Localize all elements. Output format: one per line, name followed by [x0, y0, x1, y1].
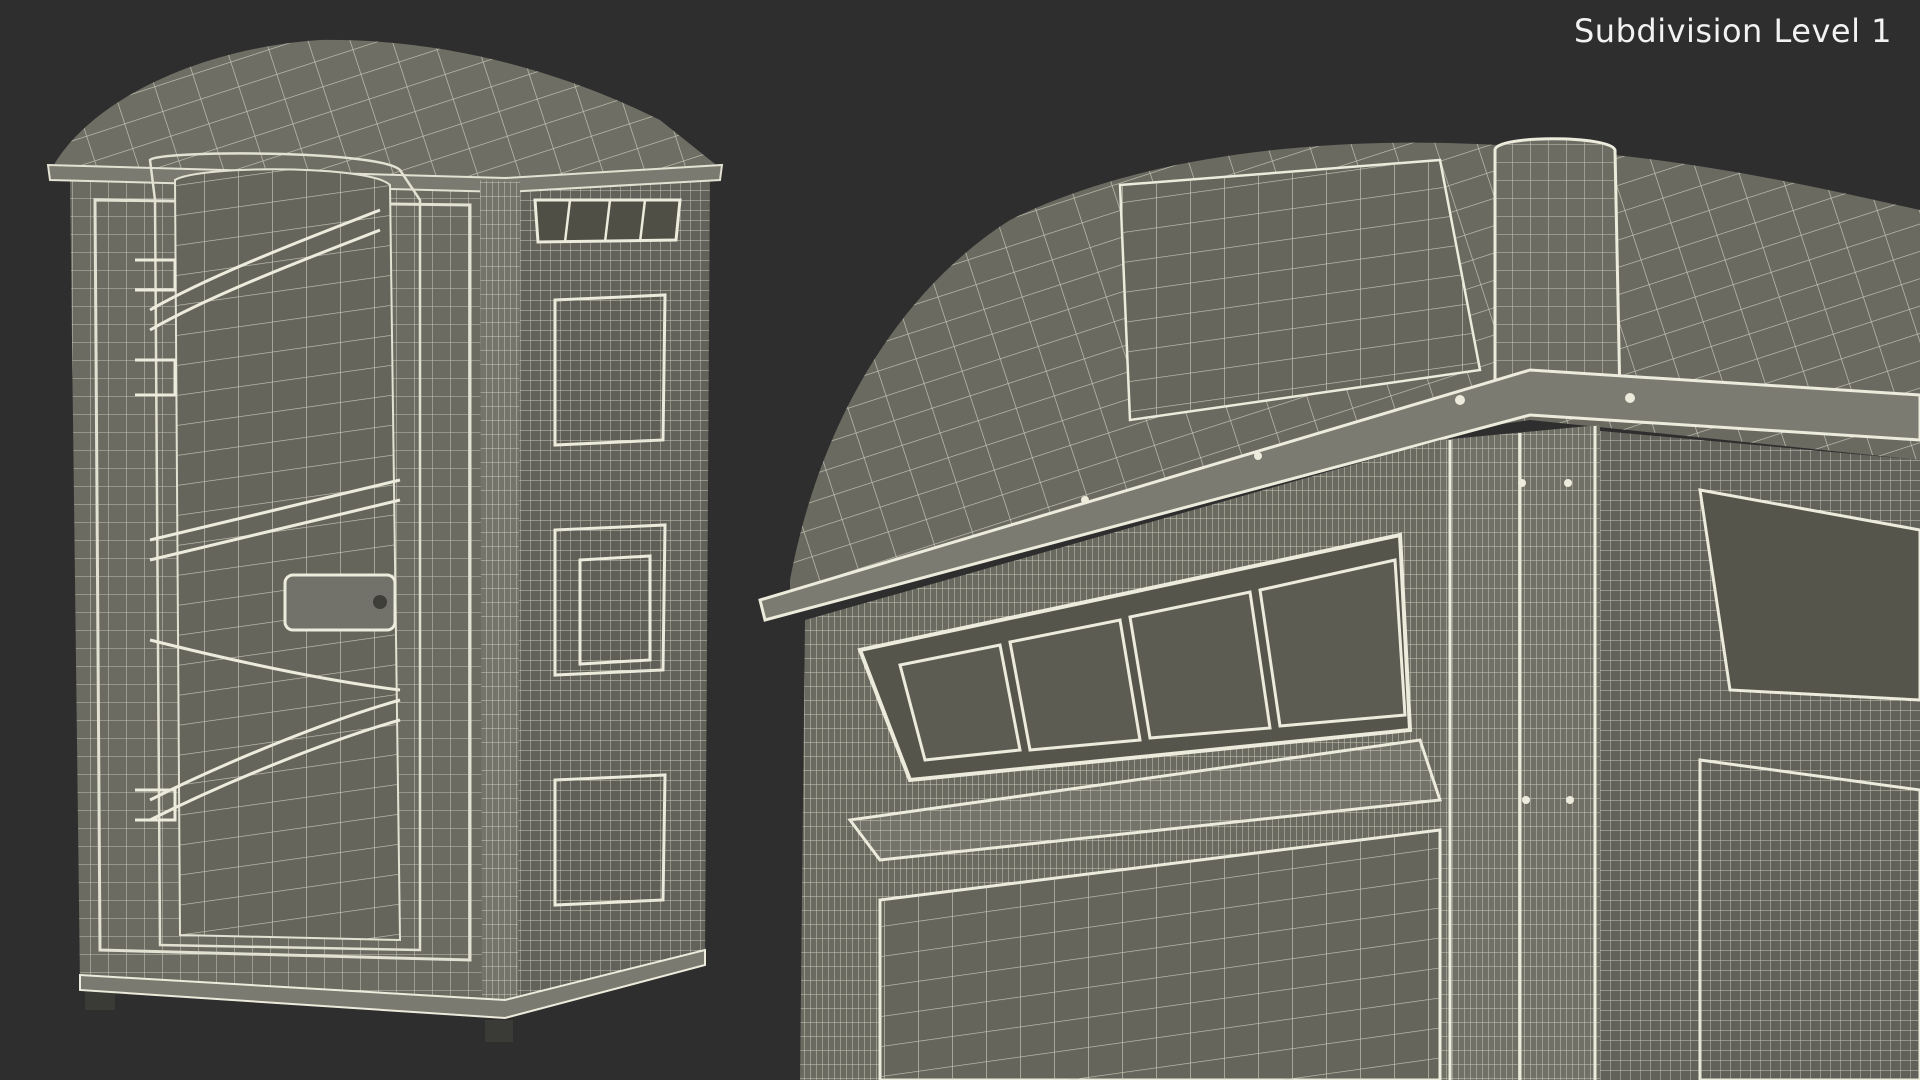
closeup-view	[758, 137, 1920, 1080]
full-view	[46, 39, 724, 1042]
subdivision-level-label: Subdivision Level 1	[1573, 12, 1892, 50]
wireframe-render	[46, 39, 1920, 1080]
viewport-canvas: Subdivision Level 1	[0, 0, 1920, 1080]
